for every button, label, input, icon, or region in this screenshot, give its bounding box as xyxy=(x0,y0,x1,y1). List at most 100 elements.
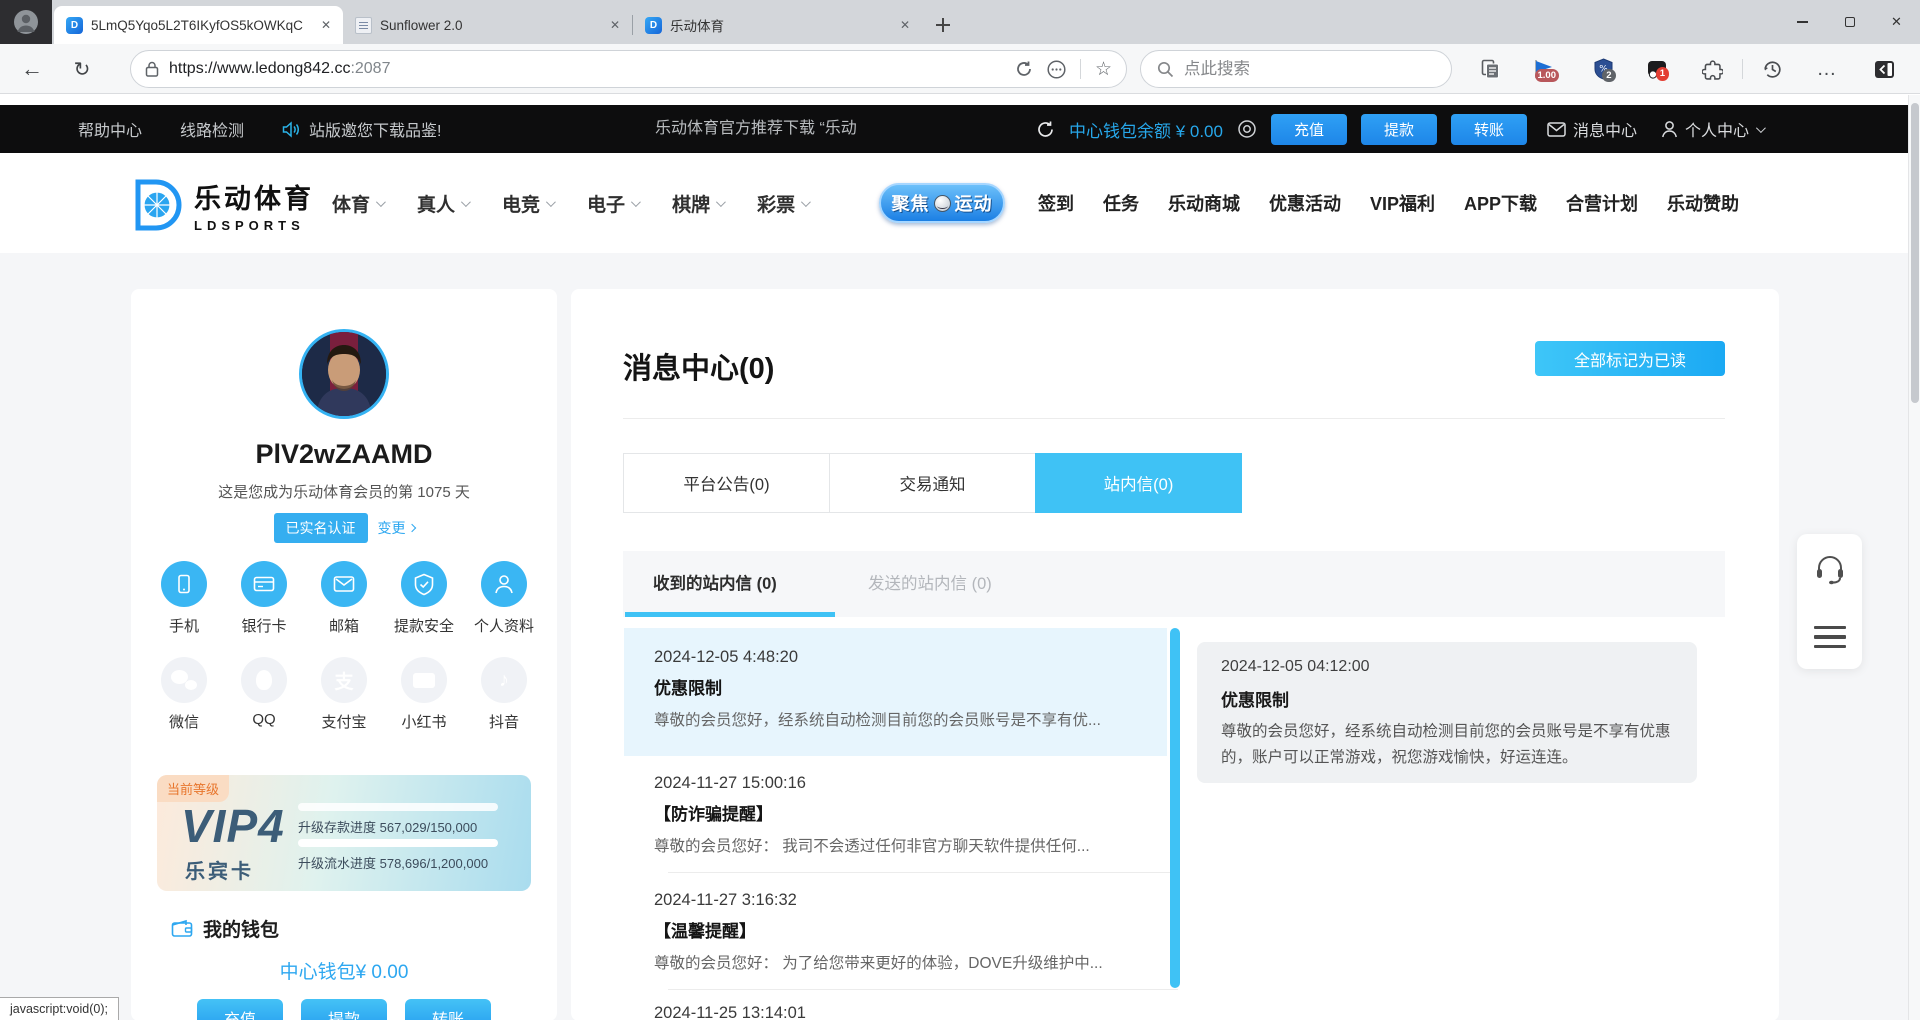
menu-slots[interactable]: 电子 xyxy=(587,190,638,217)
profile-sidebar: PlV2wZAAMD 这是您成为乐动体育会员的第 1075 天 已实名认证 变更… xyxy=(131,289,557,1020)
mark-all-read-button[interactable]: 全部标记为已读 xyxy=(1535,341,1725,376)
social-item-alipay[interactable]: 支 支付宝 xyxy=(305,657,383,732)
message-item-1[interactable]: 2024-12-05 4:48:20 优惠限制 尊敬的会员您好，经系统自动检测目… xyxy=(624,628,1167,756)
line-check-link[interactable]: 线路检测 xyxy=(180,117,244,141)
history-icon[interactable] xyxy=(1752,51,1792,87)
maximize-button[interactable] xyxy=(1826,0,1873,44)
nav-vip[interactable]: VIP福利 xyxy=(1370,190,1435,216)
customer-service-button[interactable] xyxy=(1814,555,1846,585)
menu-esports[interactable]: 电竞 xyxy=(502,190,553,217)
tab-transaction-notices[interactable]: 交易通知 xyxy=(829,453,1036,513)
headset-icon xyxy=(1814,555,1846,585)
social-item-wechat[interactable]: 微信 xyxy=(145,657,223,732)
personal-center-link[interactable]: 个人中心 xyxy=(1661,117,1763,141)
minimize-button[interactable] xyxy=(1779,0,1826,44)
browser-window: D 5LmQ5Yqo5L2T6IKyfOS5kOWKqC ✕ Sunflower… xyxy=(0,0,1920,1020)
social-item-xiaohongshu[interactable]: 小红书 xyxy=(385,657,463,732)
nav-promotions[interactable]: 优惠活动 xyxy=(1269,190,1341,216)
sidebar-deposit-button[interactable]: 充值 xyxy=(197,999,283,1020)
security-item-email[interactable]: 邮箱 xyxy=(305,561,383,636)
wechat-icon xyxy=(161,657,207,703)
settings-more-icon[interactable]: … xyxy=(1807,51,1847,87)
shield-extension-icon[interactable]: % 2 xyxy=(1583,51,1623,87)
password-extension-icon[interactable]: 1 xyxy=(1637,51,1677,87)
avatar[interactable] xyxy=(299,329,389,419)
withdraw-button[interactable]: 提款 xyxy=(1361,114,1437,145)
browser-profile-button[interactable] xyxy=(0,0,52,44)
site-logo[interactable]: 乐动体育 LDSPORTS xyxy=(130,177,314,233)
flag-badge: 1.00 xyxy=(1535,69,1560,83)
social-item-qq[interactable]: QQ xyxy=(225,657,303,732)
transfer-button[interactable]: 转账 xyxy=(1451,114,1527,145)
tab-site-mail[interactable]: 站内信(0) xyxy=(1035,453,1242,513)
search-input[interactable] xyxy=(1184,60,1404,79)
message-time: 2024-11-25 13:14:01 xyxy=(654,1004,1147,1020)
scrollbar-thumb[interactable] xyxy=(1911,103,1919,403)
menu-lottery[interactable]: 彩票 xyxy=(757,190,808,217)
message-item-2[interactable]: 2024-11-27 15:00:16 【防诈骗提醒】 尊敬的会员您好： 我司不… xyxy=(624,756,1167,873)
close-button[interactable]: ✕ xyxy=(1873,0,1920,44)
message-item-4[interactable]: 2024-11-25 13:14:01 xyxy=(624,990,1167,1020)
chevron-down-icon xyxy=(801,197,811,207)
message-item-3[interactable]: 2024-11-27 3:16:32 【温馨提醒】 尊敬的会员您好： 为了给您带… xyxy=(624,873,1167,990)
menu-chess[interactable]: 棋牌 xyxy=(672,190,723,217)
address-bar-divider xyxy=(1080,59,1081,79)
sidebar-transfer-button[interactable]: 转账 xyxy=(405,999,491,1020)
site-invite-link[interactable]: 站版邀您下载品鉴! xyxy=(282,117,441,141)
new-tab-button[interactable] xyxy=(928,10,958,40)
tab1-close-icon[interactable]: ✕ xyxy=(317,16,335,34)
chevron-down-icon xyxy=(1756,123,1766,133)
search-box[interactable] xyxy=(1140,50,1452,88)
nav-affiliate[interactable]: 合营计划 xyxy=(1566,190,1638,216)
security-item-withdraw-safety[interactable]: 提款安全 xyxy=(385,561,463,636)
security-item-phone[interactable]: 手机 xyxy=(145,561,223,636)
message-center-link[interactable]: 消息中心 xyxy=(1547,117,1637,141)
favorite-star-icon[interactable]: ☆ xyxy=(1095,58,1112,81)
help-center-link[interactable]: 帮助中心 xyxy=(78,117,142,141)
tab3-close-icon[interactable]: ✕ xyxy=(896,16,914,34)
menu-live[interactable]: 真人 xyxy=(417,190,468,217)
site-navbar: 乐动体育 LDSPORTS 体育 真人 电竞 电子 棋牌 彩票 聚焦 运动 签到… xyxy=(0,153,1908,253)
balance-refresh-icon[interactable] xyxy=(1036,120,1055,139)
security-item-profile[interactable]: 个人资料 xyxy=(465,561,543,636)
nav-app-download[interactable]: APP下载 xyxy=(1464,190,1537,216)
translate-icon[interactable] xyxy=(1015,60,1033,78)
subtab-band: 收到的站内信 (0) 发送的站内信 (0) xyxy=(623,551,1725,617)
message-list-scrollbar[interactable] xyxy=(1170,628,1180,988)
flag-extension-icon[interactable]: 1.00 xyxy=(1524,51,1564,87)
tab-3[interactable]: D 乐动体育 ✕ xyxy=(633,6,922,44)
extensions-puzzle-icon[interactable] xyxy=(1692,51,1732,87)
title-divider xyxy=(623,418,1725,419)
refresh-button[interactable]: ↻ xyxy=(62,44,102,94)
bank-card-icon xyxy=(241,561,287,607)
subtab-received[interactable]: 收到的站内信 (0) xyxy=(653,551,777,617)
copy-pages-icon[interactable] xyxy=(1470,51,1510,87)
eye-icon[interactable] xyxy=(1237,119,1257,139)
tab-2[interactable]: Sunflower 2.0 ✕ xyxy=(343,6,632,44)
sidebar-panel-icon[interactable] xyxy=(1864,51,1904,87)
address-bar[interactable]: https://www.ledong842.cc:2087 ☆ xyxy=(130,50,1127,88)
message-preview: 尊敬的会员您好，经系统自动检测目前您的会员账号是不享有优... xyxy=(654,708,1147,730)
menu-sports[interactable]: 体育 xyxy=(332,190,383,217)
back-button[interactable]: ← xyxy=(12,44,52,94)
sidebar-withdraw-button[interactable]: 提款 xyxy=(301,999,387,1020)
security-item-bankcard[interactable]: 银行卡 xyxy=(225,561,303,636)
change-link[interactable]: 变更 xyxy=(378,518,415,538)
deposit-button[interactable]: 充值 xyxy=(1271,114,1347,145)
more-actions-icon[interactable] xyxy=(1047,60,1066,79)
nav-tasks[interactable]: 任务 xyxy=(1103,190,1139,216)
social-item-douyin[interactable]: ♪ 抖音 xyxy=(465,657,543,732)
focus-sports-badge[interactable]: 聚焦 运动 xyxy=(879,183,1005,223)
nav-mall[interactable]: 乐动商城 xyxy=(1168,190,1240,216)
tab-1[interactable]: D 5LmQ5Yqo5L2T6IKyfOS5kOWKqC ✕ xyxy=(54,6,343,44)
subtab-sent[interactable]: 发送的站内信 (0) xyxy=(868,551,992,617)
chevron-down-icon xyxy=(631,197,641,207)
tab1-title: 5LmQ5Yqo5L2T6IKyfOS5kOWKqC xyxy=(91,18,309,33)
tab2-close-icon[interactable]: ✕ xyxy=(606,16,624,34)
page-scrollbar[interactable] xyxy=(1908,95,1920,1020)
nav-checkin[interactable]: 签到 xyxy=(1038,190,1074,216)
nav-sponsorship[interactable]: 乐动赞助 xyxy=(1667,190,1739,216)
widget-menu-button[interactable] xyxy=(1814,626,1846,649)
message-title: 优惠限制 xyxy=(654,674,1147,699)
tab-platform-announcements[interactable]: 平台公告(0) xyxy=(623,453,830,513)
